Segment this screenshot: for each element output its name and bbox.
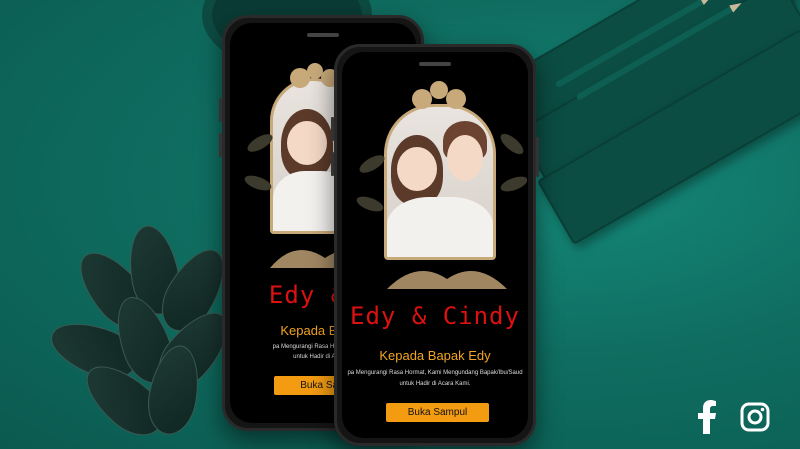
instagram-icon[interactable]: [740, 402, 770, 432]
open-envelope-button[interactable]: Buka Sampul: [386, 403, 489, 422]
facebook-icon[interactable]: [696, 400, 718, 434]
greeting: Kepada Bapak Edy: [379, 348, 491, 363]
front-phone-screen: Edy & Cindy Kepada Bapak Edy pa Menguran…: [342, 52, 528, 438]
notch: [419, 62, 451, 66]
invitation-message: pa Mengurangi Rasa Hormat, Kami Mengunda…: [347, 370, 523, 376]
invitation-message-2: untuk Hadir di Acara Kami.: [399, 381, 471, 387]
couple-title: Edy & Cindy: [350, 302, 520, 330]
notch: [307, 33, 339, 37]
floral-wreath-icon: [356, 81, 527, 289]
front-phone: Edy & Cindy Kepada Bapak Edy pa Menguran…: [331, 44, 539, 446]
